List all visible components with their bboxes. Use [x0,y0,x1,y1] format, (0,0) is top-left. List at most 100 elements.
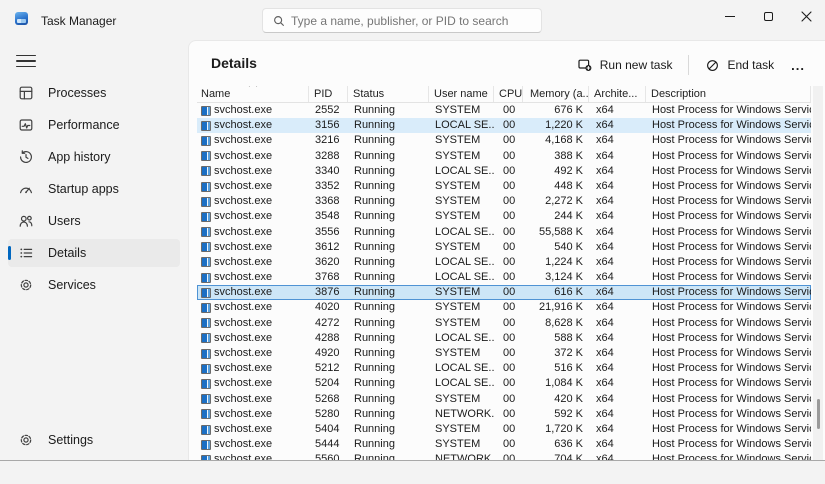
table-row[interactable]: svchost.exe 5280 Running NETWORK... 00 5… [197,407,811,422]
toolbar: Run new task End task ... [568,52,813,78]
process-name-cell: svchost.exe [197,285,309,300]
sidebar-item-processes[interactable]: Processes [8,79,180,107]
navigation-menu-button[interactable] [10,48,42,74]
column-header-name[interactable]: Name [197,86,309,102]
table-row[interactable]: svchost.exe 3340 Running LOCAL SE... 00 … [197,164,811,179]
settings-gear-icon [18,432,34,448]
architecture-cell: x64 [589,407,646,422]
sidebar-item-settings[interactable]: Settings [8,426,180,454]
table-row[interactable]: svchost.exe 3216 Running SYSTEM 00 4,168… [197,133,811,148]
pid-cell: 4020 [309,300,348,315]
column-header-architecture[interactable]: Archite... [589,86,646,102]
more-options-button[interactable]: ... [783,54,813,77]
process-name-cell: svchost.exe [197,240,309,255]
close-icon [801,11,812,22]
table-row[interactable]: svchost.exe 5204 Running LOCAL SE... 00 … [197,376,811,391]
table-row[interactable]: svchost.exe 4272 Running SYSTEM 00 8,628… [197,316,811,331]
architecture-cell: x64 [589,240,646,255]
process-name: svchost.exe [214,209,272,224]
user-name-cell: LOCAL SE... [429,361,494,376]
svchost-icon [201,242,211,252]
pid-cell: 5268 [309,392,348,407]
memory-cell: 1,224 K [523,255,589,270]
memory-cell: 4,168 K [523,133,589,148]
process-name: svchost.exe [214,316,272,331]
table-row[interactable]: svchost.exe 3548 Running SYSTEM 00 244 K… [197,209,811,224]
user-name-cell: LOCAL SE... [429,270,494,285]
svchost-icon [201,212,211,222]
sidebar-item-details[interactable]: Details [8,239,180,267]
table-row[interactable]: svchost.exe 3556 Running LOCAL SE... 00 … [197,225,811,240]
description-cell: Host Process for Windows Services [646,361,811,376]
svchost-icon [201,394,211,404]
search-box[interactable] [262,8,542,33]
sidebar-item-app-history[interactable]: App history [8,143,180,171]
svchost-icon [201,121,211,131]
pid-cell: 4288 [309,331,348,346]
table-row[interactable]: svchost.exe 3352 Running SYSTEM 00 448 K… [197,179,811,194]
table-row[interactable]: svchost.exe 3368 Running SYSTEM 00 2,272… [197,194,811,209]
sidebar-item-performance[interactable]: Performance [8,111,180,139]
user-name-cell: LOCAL SE... [429,164,494,179]
sidebar-item-users[interactable]: Users [8,207,180,235]
main-panel: Details Run new task End task ... Name P… [188,40,825,461]
process-name-cell: svchost.exe [197,376,309,391]
architecture-cell: x64 [589,179,646,194]
status-cell: Running [348,149,429,164]
user-name-cell: SYSTEM [429,346,494,361]
run-new-task-button[interactable]: Run new task [568,53,682,77]
architecture-cell: x64 [589,194,646,209]
table-row[interactable]: svchost.exe 3768 Running LOCAL SE... 00 … [197,270,811,285]
table-row[interactable]: svchost.exe 3612 Running SYSTEM 00 540 K… [197,240,811,255]
process-name: svchost.exe [214,133,272,148]
memory-cell: 21,916 K [523,300,589,315]
close-button[interactable] [787,0,825,32]
description-cell: Host Process for Windows Services [646,133,811,148]
memory-cell: 540 K [523,240,589,255]
vertical-scrollbar[interactable] [813,86,823,460]
services-icon [18,277,34,293]
architecture-cell: x64 [589,437,646,452]
table-row[interactable]: svchost.exe 5404 Running SYSTEM 00 1,720… [197,422,811,437]
table-row[interactable]: svchost.exe 5268 Running SYSTEM 00 420 K… [197,392,811,407]
minimize-icon [725,16,735,17]
table-row[interactable]: svchost.exe 2552 Running SYSTEM 00 676 K… [197,103,811,118]
table-row[interactable]: svchost.exe 4920 Running SYSTEM 00 372 K… [197,346,811,361]
sidebar-item-services[interactable]: Services [8,271,180,299]
table-row[interactable]: svchost.exe 3876 Running SYSTEM 00 616 K… [197,285,811,300]
description-cell: Host Process for Windows Services [646,316,811,331]
table-row[interactable]: svchost.exe 3156 Running LOCAL SE... 00 … [197,118,811,133]
column-header-memory[interactable]: Memory (a... [523,86,589,102]
table-row[interactable]: svchost.exe 4020 Running SYSTEM 00 21,91… [197,300,811,315]
table-row[interactable]: svchost.exe 3288 Running SYSTEM 00 388 K… [197,149,811,164]
maximize-button[interactable] [749,0,787,32]
end-task-button[interactable]: End task [696,54,783,77]
sidebar-item-startup-apps[interactable]: Startup apps [8,175,180,203]
status-cell: Running [348,346,429,361]
table-row[interactable]: svchost.exe 5212 Running LOCAL SE... 00 … [197,361,811,376]
column-header-status[interactable]: Status [348,86,429,102]
pid-cell: 3556 [309,225,348,240]
column-header-cpu[interactable]: CPU [494,86,523,102]
cpu-cell: 00 [494,452,523,460]
table-row[interactable]: svchost.exe 4288 Running LOCAL SE... 00 … [197,331,811,346]
column-header-user-name[interactable]: User name [429,86,494,102]
minimize-button[interactable] [711,0,749,32]
search-input[interactable] [291,9,535,32]
process-name-cell: svchost.exe [197,133,309,148]
scrollbar-thumb[interactable] [817,399,820,429]
pid-cell: 4272 [309,316,348,331]
memory-cell: 636 K [523,437,589,452]
process-name-cell: svchost.exe [197,300,309,315]
column-header-pid[interactable]: PID [309,86,348,102]
table-row[interactable]: svchost.exe 5560 Running NETWORK... 00 7… [197,452,811,460]
user-name-cell: SYSTEM [429,300,494,315]
user-name-cell: SYSTEM [429,240,494,255]
memory-cell: 1,720 K [523,422,589,437]
status-cell: Running [348,437,429,452]
memory-cell: 1,220 K [523,118,589,133]
column-header-description[interactable]: Description [646,86,811,102]
svchost-icon [201,227,211,237]
table-row[interactable]: svchost.exe 5444 Running SYSTEM 00 636 K… [197,437,811,452]
table-row[interactable]: svchost.exe 3620 Running LOCAL SE... 00 … [197,255,811,270]
